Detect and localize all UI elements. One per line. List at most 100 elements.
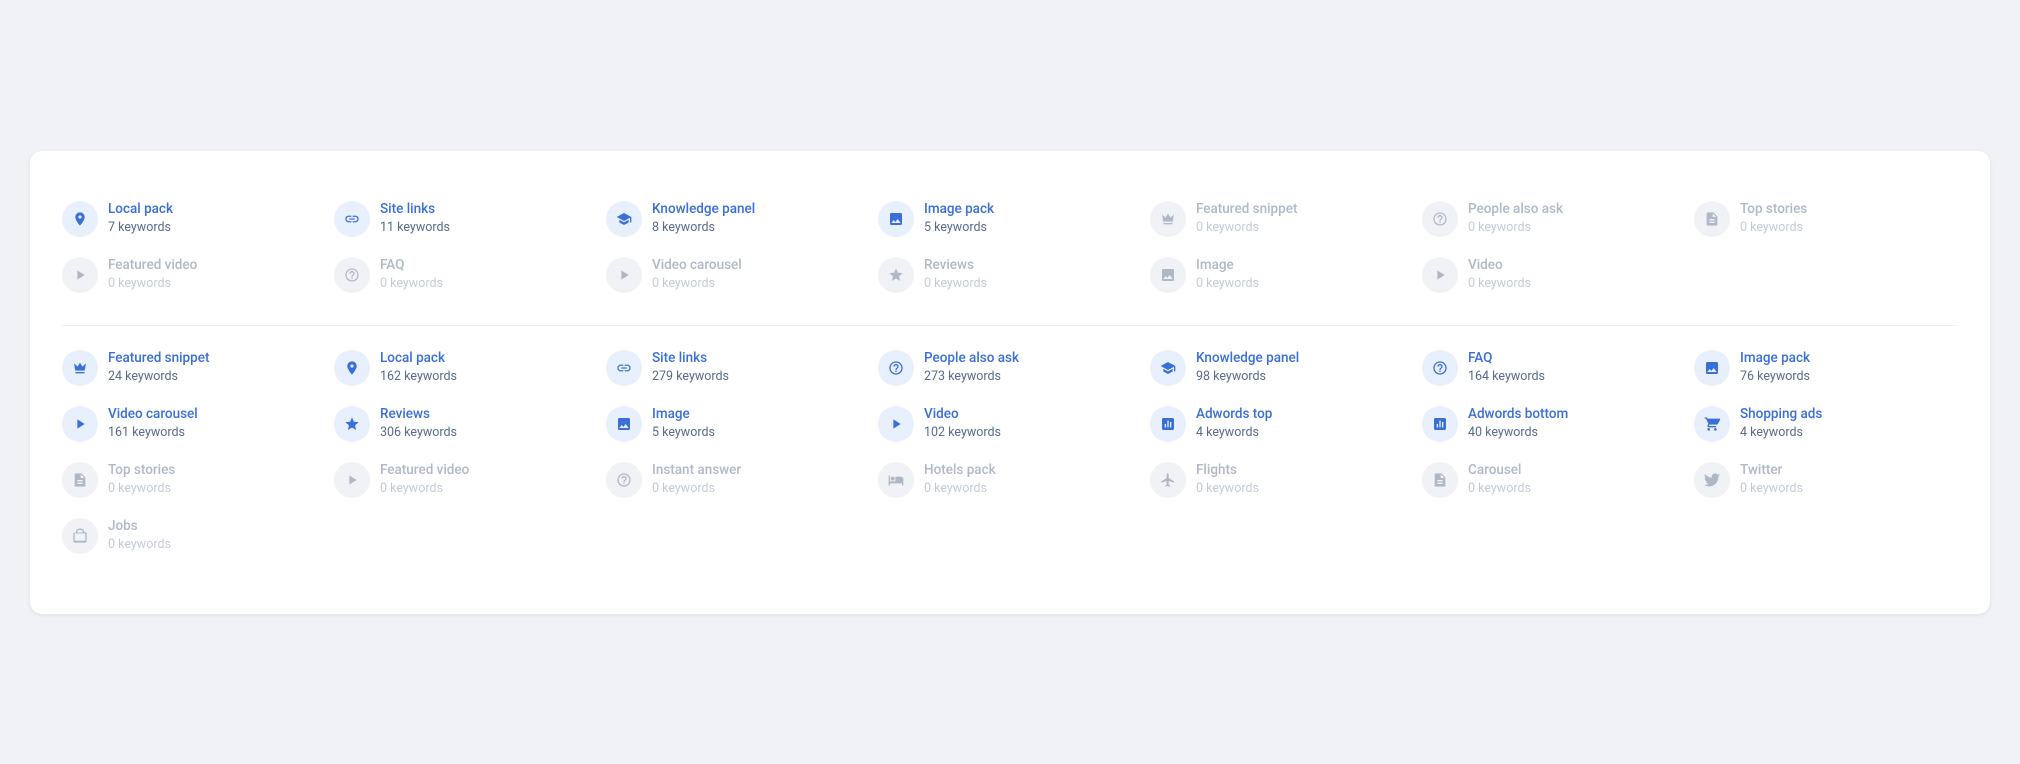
feature-icon bbox=[1694, 350, 1730, 386]
feature-item[interactable]: Video102 keywords bbox=[878, 402, 1142, 446]
feature-item: FAQ0 keywords bbox=[334, 253, 598, 297]
feature-item[interactable]: Local pack7 keywords bbox=[62, 197, 326, 241]
feature-item: Carousel0 keywords bbox=[1422, 458, 1686, 502]
feature-item: Hotels pack0 keywords bbox=[878, 458, 1142, 502]
feature-icon bbox=[62, 406, 98, 442]
feature-count: 161 keywords bbox=[108, 425, 198, 440]
feature-count: 0 keywords bbox=[380, 276, 443, 291]
feature-icon bbox=[878, 201, 914, 237]
feature-count: 0 keywords bbox=[1196, 481, 1259, 496]
feature-item[interactable]: Knowledge panel98 keywords bbox=[1150, 346, 1414, 390]
features-row: Top stories0 keywordsFeatured video0 key… bbox=[62, 458, 1958, 502]
feature-name: Image pack bbox=[924, 201, 994, 219]
feature-item: Video carousel0 keywords bbox=[606, 253, 870, 297]
feature-icon bbox=[62, 518, 98, 554]
feature-name: Video bbox=[1468, 257, 1531, 275]
feature-name: Featured video bbox=[380, 462, 469, 480]
feature-icon bbox=[606, 257, 642, 293]
feature-name: Top stories bbox=[1740, 201, 1807, 219]
feature-name: Site links bbox=[652, 350, 729, 368]
feature-name: Adwords top bbox=[1196, 406, 1272, 424]
feature-name: Image bbox=[1196, 257, 1259, 275]
feature-count: 0 keywords bbox=[1740, 220, 1807, 235]
feature-count: 0 keywords bbox=[1740, 481, 1803, 496]
feature-icon bbox=[878, 257, 914, 293]
feature-name: Featured video bbox=[108, 257, 197, 275]
feature-icon bbox=[1150, 350, 1186, 386]
feature-name: Video carousel bbox=[652, 257, 742, 275]
feature-item: Video0 keywords bbox=[1422, 253, 1686, 297]
feature-name: Jobs bbox=[108, 518, 171, 536]
feature-name: People also ask bbox=[1468, 201, 1563, 219]
feature-item: Top stories0 keywords bbox=[1694, 197, 1958, 241]
feature-item[interactable]: Image5 keywords bbox=[606, 402, 870, 446]
feature-count: 0 keywords bbox=[924, 276, 987, 291]
feature-name: Twitter bbox=[1740, 462, 1803, 480]
feature-name: Knowledge panel bbox=[652, 201, 755, 219]
feature-item[interactable]: People also ask273 keywords bbox=[878, 346, 1142, 390]
feature-icon bbox=[62, 462, 98, 498]
feature-count: 0 keywords bbox=[380, 481, 469, 496]
feature-name: Site links bbox=[380, 201, 450, 219]
feature-count: 0 keywords bbox=[1468, 481, 1531, 496]
feature-name: FAQ bbox=[1468, 350, 1545, 368]
feature-item[interactable]: Site links11 keywords bbox=[334, 197, 598, 241]
feature-name: Featured snippet bbox=[1196, 201, 1297, 219]
feature-icon bbox=[1694, 462, 1730, 498]
feature-icon bbox=[1150, 462, 1186, 498]
feature-item: Featured video0 keywords bbox=[334, 458, 598, 502]
feature-name: Shopping ads bbox=[1740, 406, 1822, 424]
feature-item[interactable]: Adwords top4 keywords bbox=[1150, 402, 1414, 446]
feature-name: Video carousel bbox=[108, 406, 198, 424]
feature-name: Knowledge panel bbox=[1196, 350, 1299, 368]
feature-icon bbox=[1422, 257, 1458, 293]
feature-count: 0 keywords bbox=[1196, 276, 1259, 291]
feature-count: 5 keywords bbox=[924, 220, 994, 235]
feature-icon bbox=[334, 462, 370, 498]
feature-icon bbox=[1422, 462, 1458, 498]
feature-icon bbox=[1422, 406, 1458, 442]
feature-name: Image pack bbox=[1740, 350, 1810, 368]
feature-count: 0 keywords bbox=[108, 481, 175, 496]
feature-icon bbox=[1150, 257, 1186, 293]
not-linking-section: Featured snippet24 keywordsLocal pack162… bbox=[62, 346, 1958, 558]
feature-item[interactable]: Image pack5 keywords bbox=[878, 197, 1142, 241]
feature-icon bbox=[62, 257, 98, 293]
feature-item[interactable]: Knowledge panel8 keywords bbox=[606, 197, 870, 241]
feature-icon bbox=[1422, 201, 1458, 237]
feature-item[interactable]: Reviews306 keywords bbox=[334, 402, 598, 446]
feature-item: Instant answer0 keywords bbox=[606, 458, 870, 502]
feature-count: 24 keywords bbox=[108, 369, 209, 384]
feature-item: Top stories0 keywords bbox=[62, 458, 326, 502]
feature-name: Featured snippet bbox=[108, 350, 209, 368]
feature-item[interactable]: Adwords bottom40 keywords bbox=[1422, 402, 1686, 446]
feature-name: Local pack bbox=[380, 350, 457, 368]
feature-item: Flights0 keywords bbox=[1150, 458, 1414, 502]
feature-count: 8 keywords bbox=[652, 220, 755, 235]
feature-icon bbox=[334, 350, 370, 386]
feature-item[interactable]: FAQ164 keywords bbox=[1422, 346, 1686, 390]
feature-count: 11 keywords bbox=[380, 220, 450, 235]
feature-icon bbox=[606, 462, 642, 498]
feature-name: Reviews bbox=[380, 406, 457, 424]
feature-item[interactable]: Video carousel161 keywords bbox=[62, 402, 326, 446]
feature-item[interactable]: Site links279 keywords bbox=[606, 346, 870, 390]
feature-icon bbox=[1150, 406, 1186, 442]
feature-count: 98 keywords bbox=[1196, 369, 1299, 384]
feature-icon bbox=[334, 406, 370, 442]
features-row: Featured video0 keywordsFAQ0 keywordsVid… bbox=[62, 253, 1958, 297]
feature-item[interactable]: Local pack162 keywords bbox=[334, 346, 598, 390]
features-row: Video carousel161 keywordsReviews306 key… bbox=[62, 402, 1958, 446]
feature-count: 0 keywords bbox=[1468, 276, 1531, 291]
feature-name: Carousel bbox=[1468, 462, 1531, 480]
feature-item[interactable]: Image pack76 keywords bbox=[1694, 346, 1958, 390]
feature-name: FAQ bbox=[380, 257, 443, 275]
feature-icon bbox=[606, 350, 642, 386]
features-row: Jobs0 keywords bbox=[62, 514, 1958, 558]
feature-item[interactable]: Shopping ads4 keywords bbox=[1694, 402, 1958, 446]
feature-count: 0 keywords bbox=[108, 537, 171, 552]
feature-name: Adwords bottom bbox=[1468, 406, 1568, 424]
feature-item[interactable]: Featured snippet24 keywords bbox=[62, 346, 326, 390]
feature-name: Local pack bbox=[108, 201, 173, 219]
feature-count: 0 keywords bbox=[1468, 220, 1563, 235]
